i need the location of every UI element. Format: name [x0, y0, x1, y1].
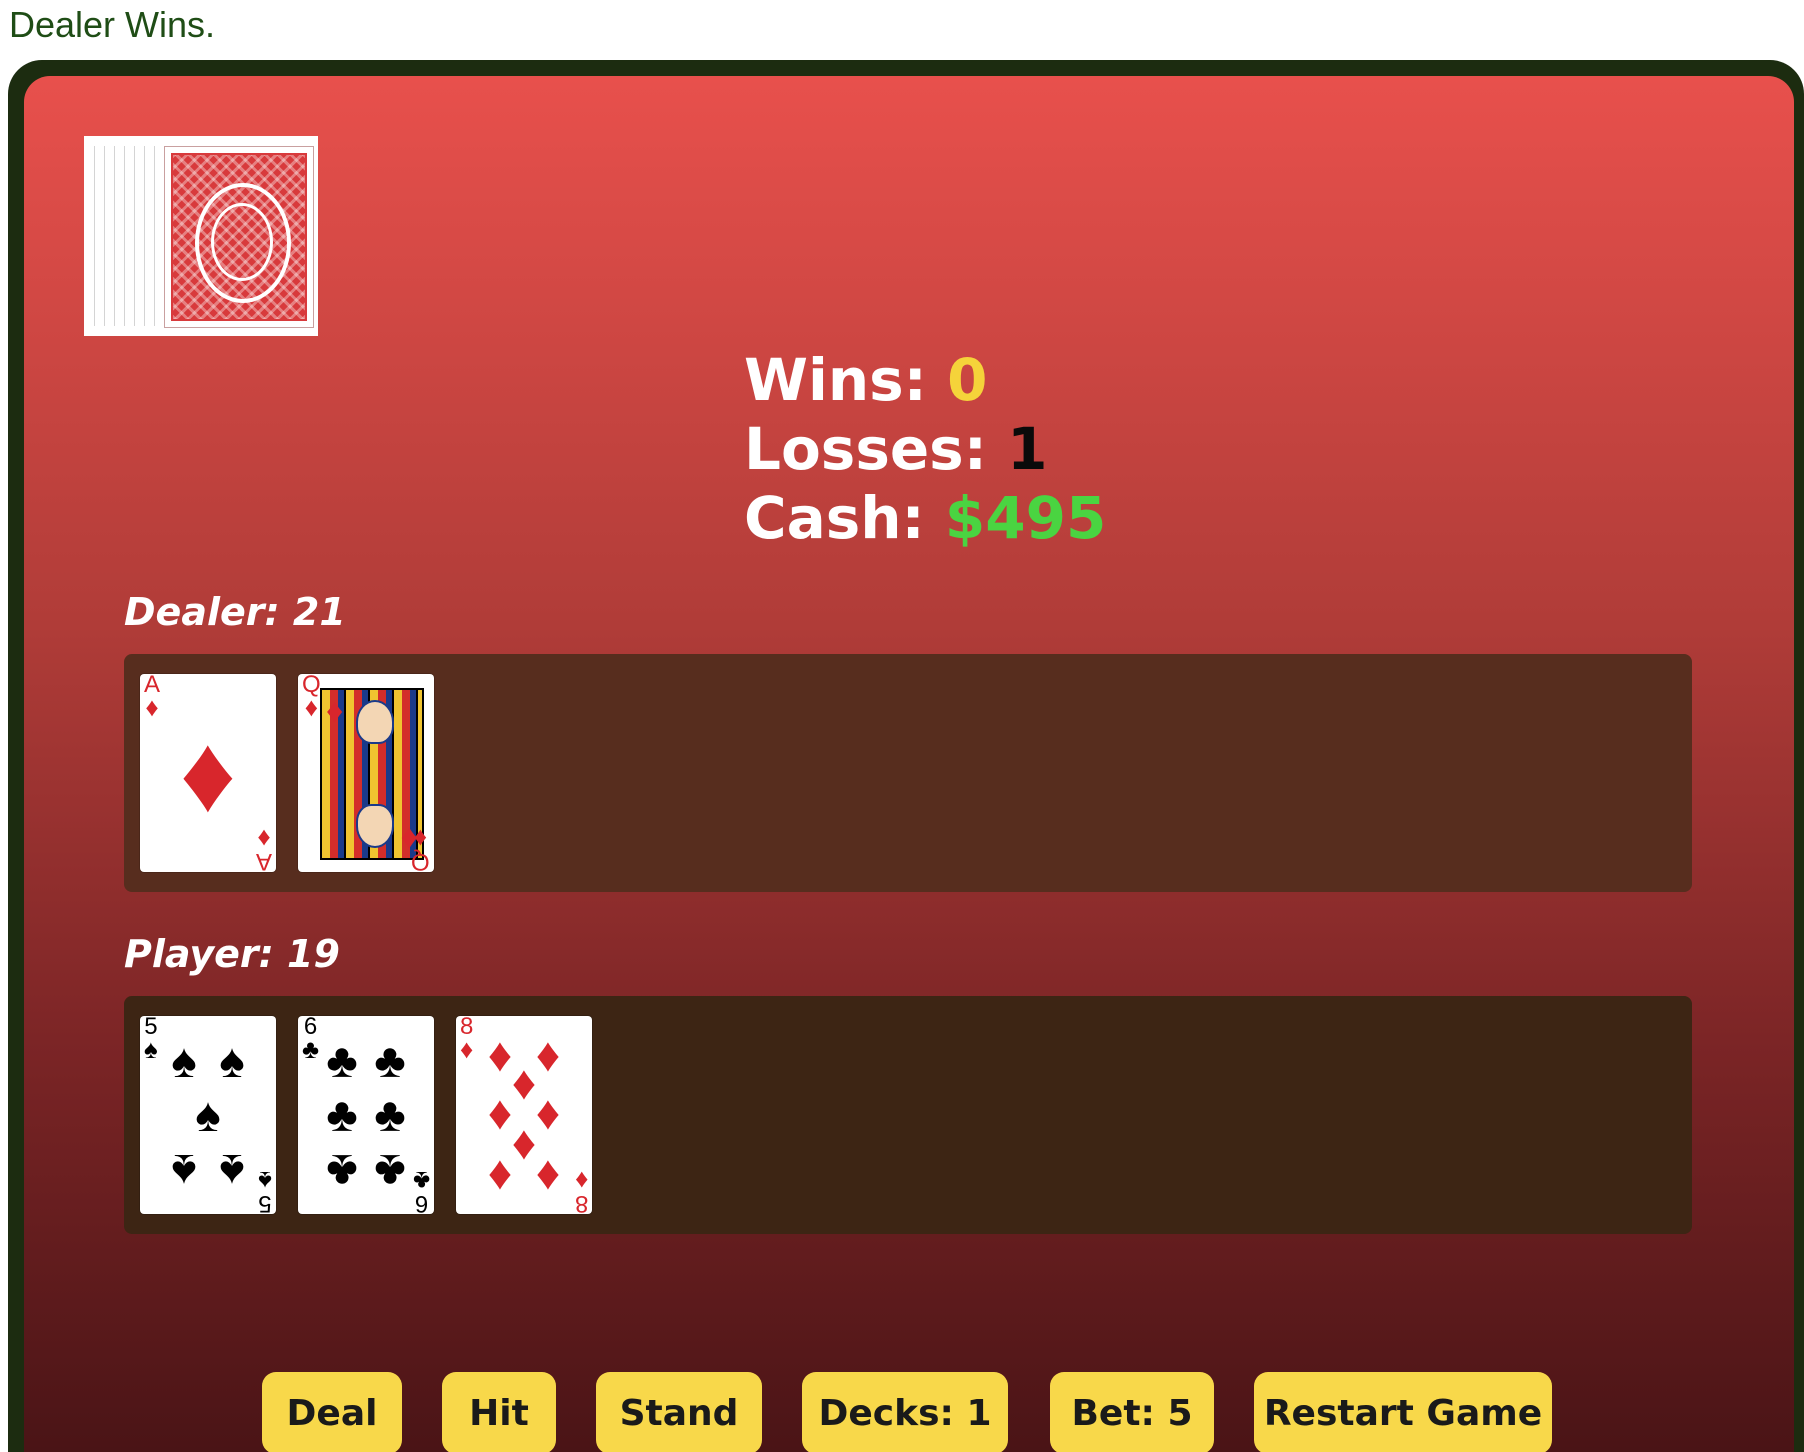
spade-icon: ♠: [171, 1035, 197, 1088]
diamond-icon: ♦: [414, 824, 428, 854]
cash-row: Cash: $495: [744, 484, 1106, 553]
deck-edge: [144, 146, 145, 326]
club-icon: ♣: [374, 1089, 406, 1142]
losses-value: 1: [1007, 415, 1048, 483]
card-back-icon: [164, 146, 314, 328]
diamond-icon: ♦: [257, 824, 271, 854]
stand-button[interactable]: Stand: [596, 1372, 762, 1452]
wins-value: 0: [947, 346, 988, 414]
queen-head-icon: [356, 804, 394, 848]
spade-icon: ♠: [219, 1144, 245, 1197]
losses-label: Losses:: [744, 415, 1008, 483]
diamond-icon: ♦: [304, 692, 318, 722]
club-icon: ♣: [374, 1144, 406, 1197]
card-ace-of-diamonds: A ♦ ♦ A ♦: [140, 674, 276, 872]
dealer-score-label: Dealer: 21: [124, 590, 346, 634]
cash-label: Cash:: [744, 484, 945, 552]
spade-icon: ♠: [195, 1089, 221, 1142]
spade-icon: ♠: [258, 1166, 272, 1196]
losses-row: Losses: 1: [744, 415, 1106, 484]
diamond-icon: ♦: [326, 692, 344, 730]
diamond-icon: ♦: [487, 1147, 513, 1200]
deal-button[interactable]: Deal: [262, 1372, 402, 1452]
player-hand: 5 ♠ ♠ ♠ ♠ ♠ ♠ 5 ♠ 6 ♣ ♣ ♣ ♣ ♣ ♣ ♣ 6 ♣ 8 ♦ ♦ ♦…: [124, 996, 1692, 1234]
queen-face-art: ♦ ♦: [320, 688, 424, 860]
deck-edge: [124, 146, 125, 326]
club-icon: ♣: [326, 1089, 358, 1142]
club-icon: ♣: [326, 1035, 358, 1088]
club-icon: ♣: [326, 1144, 358, 1197]
bet-button[interactable]: Bet: 5: [1050, 1372, 1214, 1452]
wins-label: Wins:: [744, 346, 948, 414]
diamond-icon: ♦: [574, 1166, 588, 1196]
scoreboard: Wins: 0 Losses: 1 Cash: $495: [744, 346, 1106, 553]
diamond-icon: ♦: [460, 1034, 474, 1064]
deck-edge: [104, 146, 105, 326]
card-eight-of-diamonds: 8 ♦ ♦ ♦ ♦ ♦ ♦ ♦ ♦ ♦ 8 ♦: [456, 1016, 592, 1214]
dealer-hand: A ♦ ♦ A ♦ Q ♦ ♦ ♦ Q ♦: [124, 654, 1692, 892]
player-score-label: Player: 19: [124, 932, 340, 976]
diamond-icon: ♦: [535, 1147, 561, 1200]
club-icon: ♣: [374, 1035, 406, 1088]
restart-game-button[interactable]: Restart Game: [1254, 1372, 1552, 1452]
queen-head-icon: [356, 700, 394, 744]
spade-icon: ♠: [171, 1144, 197, 1197]
decks-button[interactable]: Decks: 1: [802, 1372, 1008, 1452]
deck-edge: [154, 146, 155, 326]
deck-edge: [134, 146, 135, 326]
deck-edge: [114, 146, 115, 326]
deck-edge: [94, 146, 95, 326]
card-queen-of-diamonds: Q ♦ ♦ ♦ Q ♦: [298, 674, 434, 872]
club-icon: ♣: [412, 1166, 430, 1196]
club-icon: ♣: [302, 1034, 320, 1064]
hit-button[interactable]: Hit: [442, 1372, 556, 1452]
cash-value: $495: [944, 484, 1107, 552]
spade-icon: ♠: [144, 1034, 158, 1064]
card-five-of-spades: 5 ♠ ♠ ♠ ♠ ♠ ♠ 5 ♠: [140, 1016, 276, 1214]
spade-icon: ♠: [219, 1035, 245, 1088]
diamond-icon: ♦: [179, 712, 237, 835]
card-six-of-clubs: 6 ♣ ♣ ♣ ♣ ♣ ♣ ♣ 6 ♣: [298, 1016, 434, 1214]
status-message: Dealer Wins.: [9, 4, 216, 45]
game-table: Wins: 0 Losses: 1 Cash: $495 Dealer: 21 …: [24, 76, 1794, 1452]
wins-row: Wins: 0: [744, 346, 1106, 415]
draw-deck[interactable]: [84, 136, 318, 336]
